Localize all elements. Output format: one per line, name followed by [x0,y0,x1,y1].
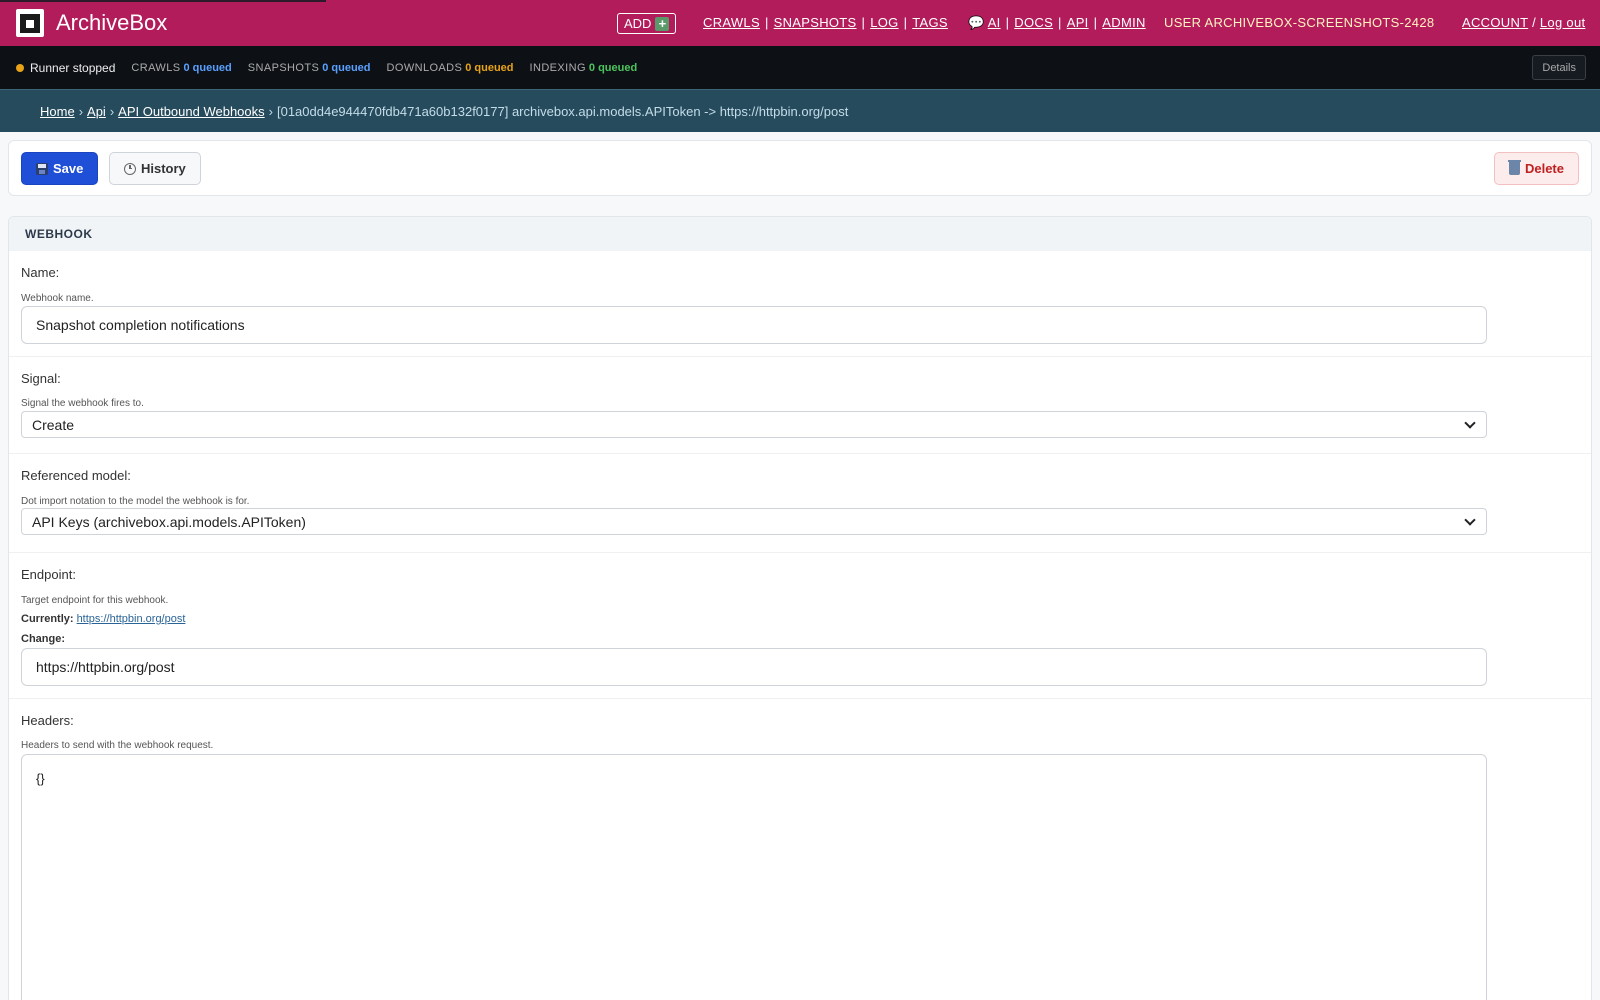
nav-log-link[interactable]: LOG [870,15,898,30]
nav-docs-link[interactable]: DOCS [1014,15,1053,30]
save-button[interactable]: Save [21,152,99,185]
signal-label: Signal: [21,371,61,386]
breadcrumb: Home › Api › API Outbound Webhooks › [01a0dd4e… [0,89,1600,132]
add-label: ADD [624,16,652,31]
runner-status: Runner stopped [30,60,116,75]
stat-indexing: INDEXING 0 queued [530,62,638,74]
delete-button[interactable]: Delete [1493,152,1579,185]
field-row-endpoint: Endpoint: Target endpoint for this webho… [9,553,1591,699]
archivebox-logo-icon[interactable] [16,9,44,37]
breadcrumb-current: [01a0dd4e944470fdb471a60b132f0177] archi… [276,103,849,119]
field-row-name: Name: Webhook name. Snapshot completion … [9,251,1591,357]
endpoint-change-label: Change: [21,633,65,645]
endpoint-currently: Currently: https://httpbin.org/post [21,613,185,625]
headers-help: Headers to send with the webhook request… [21,740,214,751]
name-help: Webhook name. [21,293,94,304]
signal-select[interactable]: Create [21,411,1487,438]
breadcrumb-home-link[interactable]: Home [40,104,75,119]
stat-value: 0 queued [183,61,232,74]
signal-help: Signal the webhook fires to. [21,398,144,409]
history-button[interactable]: History [109,152,201,185]
loading-progress-line [0,0,326,2]
runner-status-dot-icon [16,63,24,72]
stat-downloads: DOWNLOADS 0 queued [387,62,514,74]
stat-label: SNAPSHOTS [247,61,320,74]
webhook-form: WEBHOOK Name: Webhook name. Snapshot com… [8,216,1592,1000]
change-label: Change: [21,633,65,645]
endpoint-input[interactable]: https://httpbin.org/post [21,648,1487,686]
ref-model-label: Referenced model: [21,468,131,483]
field-row-headers: Headers: Headers to send with the webhoo… [9,699,1591,1000]
stat-label: CRAWLS [131,61,181,74]
field-row-ref-model: Referenced model: Dot import notation to… [9,454,1591,553]
nav-tags-link[interactable]: TAGS [912,15,948,30]
stat-snapshots: SNAPSHOTS 0 queued [248,62,371,74]
plus-icon: + [655,16,670,31]
stat-value: 0 queued [465,61,514,74]
ref-model-help: Dot import notation to the model the web… [21,496,250,507]
endpoint-help: Target endpoint for this webhook. [21,595,169,606]
currently-label: Currently: [21,613,74,625]
brand-title[interactable]: ArchiveBox [56,10,167,36]
main-nav: CRAWLS | SNAPSHOTS | LOG | TAGS [703,15,948,30]
status-bar: Runner stopped CRAWLS 0 queued SNAPSHOTS 0… [0,46,1600,89]
details-button[interactable]: Details [1532,55,1586,80]
history-label: History [141,161,186,176]
section-title: WEBHOOK [9,217,1591,251]
top-header: ArchiveBox ADD + CRAWLS | SNAPSHOTS | LOG | TA… [0,0,1600,46]
chevron-down-icon [1464,416,1476,429]
floppy-disk-icon [36,162,48,175]
speech-bubble-icon: 💬 [968,15,985,30]
headers-label: Headers: [21,713,74,728]
object-toolbar: Save History Delete [8,140,1592,196]
stat-label: INDEXING [529,61,586,74]
account-nav: ACCOUNT / Log out [1462,15,1586,30]
headers-textarea[interactable]: {} [21,754,1487,1000]
nav-admin-link[interactable]: ADMIN [1102,15,1145,30]
logout-link[interactable]: Log out [1540,15,1585,30]
stat-crawls: CRAWLS 0 queued [131,62,231,74]
chevron-down-icon [1464,513,1476,526]
delete-label: Delete [1524,161,1564,176]
clock-icon [124,162,136,175]
breadcrumb-webhooks-link[interactable]: API Outbound Webhooks [118,104,264,119]
user-label: USER ARCHIVEBOX-SCREENSHOTS-2428 [1164,15,1435,30]
save-label: Save [53,161,84,176]
field-row-signal: Signal: Signal the webhook fires to. Cre… [9,357,1591,454]
account-link[interactable]: ACCOUNT [1462,15,1528,30]
secondary-nav: 💬 AI | DOCS | API | ADMIN [968,15,1146,30]
add-button[interactable]: ADD + [617,13,677,34]
ref-model-select[interactable]: API Keys (archivebox.api.models.APIToken… [21,508,1487,535]
nav-crawls-link[interactable]: CRAWLS [703,15,760,30]
stat-label: DOWNLOADS [386,61,463,74]
trash-icon [1507,160,1521,175]
breadcrumb-api-link[interactable]: Api [87,104,106,119]
nav-ai-link[interactable]: AI [988,15,1001,30]
endpoint-label: Endpoint: [21,567,76,582]
ref-model-selected-value: API Keys (archivebox.api.models.APIToken… [32,513,306,530]
currently-link[interactable]: https://httpbin.org/post [77,613,186,625]
signal-selected-value: Create [32,416,75,433]
name-label: Name: [21,265,60,280]
stat-value: 0 queued [588,61,638,74]
stat-value: 0 queued [322,61,371,74]
nav-snapshots-link[interactable]: SNAPSHOTS [774,15,857,30]
nav-api-link[interactable]: API [1067,15,1089,30]
name-input[interactable]: Snapshot completion notifications [21,306,1487,344]
